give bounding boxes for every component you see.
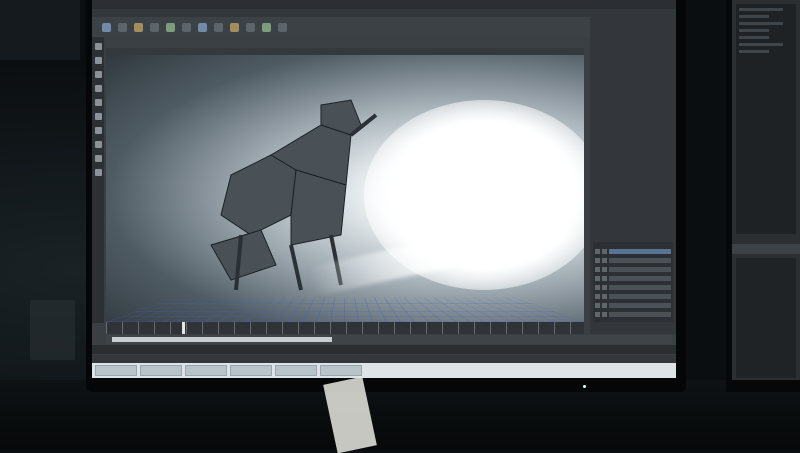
visibility-toggle[interactable]	[595, 267, 600, 272]
playback-toggle[interactable]	[602, 294, 607, 299]
layer-row[interactable]	[595, 293, 671, 300]
layer-name	[609, 276, 671, 281]
maya-window	[92, 0, 676, 378]
viewport-menu	[106, 40, 584, 48]
viewport-icon-bar	[106, 48, 584, 55]
layer-name	[609, 312, 671, 317]
playback-toggle[interactable]	[602, 258, 607, 263]
outliner-row[interactable]	[739, 15, 769, 18]
outliner-row[interactable]	[739, 36, 769, 39]
taskbar-item[interactable]	[275, 365, 317, 376]
shelf-tool-icon[interactable]	[118, 22, 127, 32]
taskbar-item[interactable]	[230, 365, 272, 376]
ground-grid	[106, 297, 584, 322]
outliner-row[interactable]	[739, 8, 783, 11]
tool-box	[92, 37, 104, 323]
layer-row[interactable]	[595, 275, 671, 282]
rotate-tool-icon[interactable]	[94, 99, 102, 106]
wall-panel	[0, 0, 82, 60]
shelf-tool-icon[interactable]	[262, 22, 271, 32]
lasso-tool-icon[interactable]	[94, 57, 102, 64]
shelf-tool-icon[interactable]	[150, 22, 159, 32]
outliner-row[interactable]	[739, 50, 769, 53]
second-screen-toolbar	[732, 244, 800, 254]
help-line	[92, 355, 676, 363]
visibility-toggle[interactable]	[595, 285, 600, 290]
taskbar-item[interactable]	[320, 365, 362, 376]
layer-name	[609, 285, 671, 290]
shelf-tool-icon[interactable]	[182, 22, 191, 32]
shelf-tool-icon[interactable]	[246, 22, 255, 32]
outliner	[736, 4, 796, 234]
layout-icon[interactable]	[94, 155, 102, 162]
taskbar-item[interactable]	[95, 365, 137, 376]
shelf-tabs	[92, 9, 676, 17]
layer-name	[609, 249, 671, 254]
layer-row[interactable]	[595, 284, 671, 291]
visibility-toggle[interactable]	[595, 303, 600, 308]
power-led	[583, 385, 586, 388]
layer-row[interactable]	[595, 257, 671, 264]
shelf	[92, 17, 676, 37]
select-tool-icon[interactable]	[94, 43, 102, 50]
playhead[interactable]	[182, 322, 185, 334]
range-slider[interactable]	[112, 337, 332, 342]
playback-toggle[interactable]	[602, 303, 607, 308]
shelf-tool-icon[interactable]	[134, 22, 143, 32]
layer-row[interactable]	[595, 311, 671, 318]
playback-toggle[interactable]	[602, 267, 607, 272]
time-slider[interactable]	[106, 322, 584, 334]
visibility-toggle[interactable]	[595, 276, 600, 281]
visibility-toggle[interactable]	[595, 258, 600, 263]
layer-name	[609, 294, 671, 299]
layer-tabs	[593, 242, 673, 246]
move-tool-icon[interactable]	[94, 85, 102, 92]
visibility-toggle[interactable]	[595, 294, 600, 299]
shelf-tool-icon[interactable]	[214, 22, 223, 32]
taskbar-item[interactable]	[140, 365, 182, 376]
layer-row[interactable]	[595, 302, 671, 309]
second-screen-panel	[736, 258, 796, 378]
range-slider-bar	[106, 335, 672, 344]
paint-tool-icon[interactable]	[94, 71, 102, 78]
layer-name	[609, 303, 671, 308]
taskbar-item[interactable]	[185, 365, 227, 376]
visibility-toggle[interactable]	[595, 312, 600, 317]
layer-name	[609, 258, 671, 263]
layout-icon[interactable]	[94, 169, 102, 176]
command-line[interactable]	[92, 345, 676, 354]
layout-icon[interactable]	[94, 127, 102, 134]
frame-ticks	[106, 322, 584, 334]
outliner-row[interactable]	[739, 22, 783, 25]
shelf-tool-icon[interactable]	[230, 22, 239, 32]
playback-toggle[interactable]	[602, 249, 607, 254]
menu-bar	[92, 0, 676, 9]
layer-editor	[593, 242, 673, 322]
layer-name	[609, 267, 671, 272]
shelf-tool-icon[interactable]	[198, 22, 207, 32]
playback-toggle[interactable]	[602, 312, 607, 317]
shelf-tool-icon[interactable]	[102, 22, 111, 32]
playback-toggle[interactable]	[602, 276, 607, 281]
playback-toggle[interactable]	[602, 285, 607, 290]
outliner-row[interactable]	[739, 43, 783, 46]
shelf-tool-icon[interactable]	[278, 22, 287, 32]
wall-outlet	[30, 300, 75, 360]
outliner-row[interactable]	[739, 29, 769, 32]
layer-row[interactable]	[595, 266, 671, 273]
scale-tool-icon[interactable]	[94, 113, 102, 120]
visibility-toggle[interactable]	[595, 249, 600, 254]
3d-viewport[interactable]	[106, 40, 584, 322]
channel-box	[590, 14, 676, 334]
layer-row[interactable]	[595, 248, 671, 255]
taskbar	[92, 363, 676, 378]
shelf-tool-icon[interactable]	[166, 22, 175, 32]
layout-icon[interactable]	[94, 141, 102, 148]
second-screen	[732, 0, 800, 380]
